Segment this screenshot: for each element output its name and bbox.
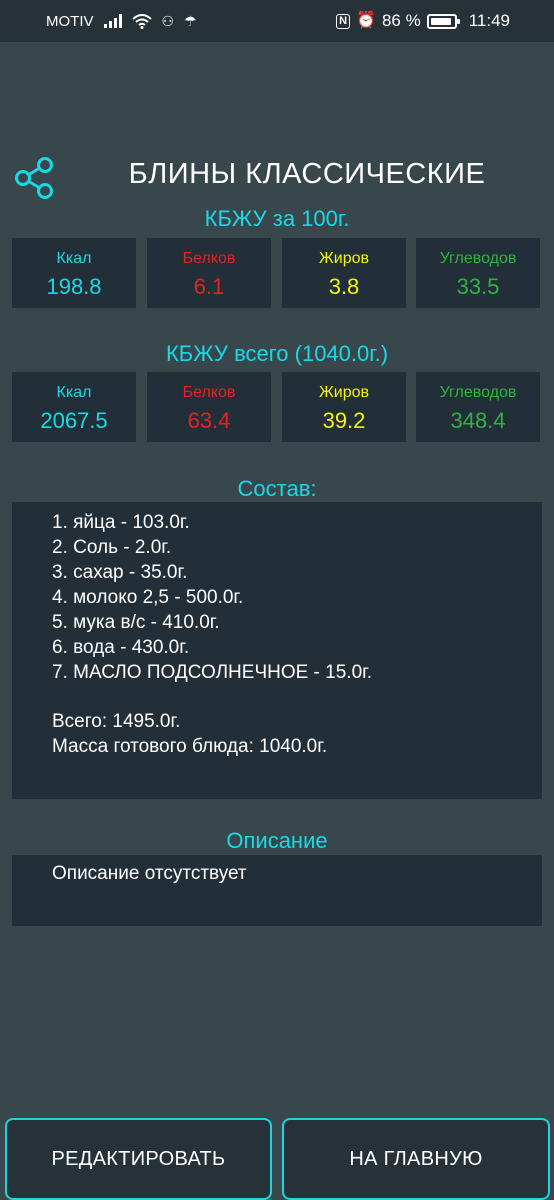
- alarm-icon: ⏰: [356, 12, 376, 29]
- protein-value: 63.4: [187, 408, 231, 433]
- per100-cards: Ккал 198.8 Белков 6.1 Жиров 3.8 Углеводо…: [12, 238, 542, 308]
- kcal-value: 198.8: [46, 274, 102, 299]
- status-bar-left: MOTIV ⚇ ☂: [46, 12, 197, 30]
- edit-button[interactable]: РЕДАКТИРОВАТЬ: [5, 1118, 272, 1200]
- battery-percent: 86 %: [381, 11, 421, 30]
- usb-icon: ⚇: [161, 13, 175, 29]
- per100-kcal-card: Ккал 198.8: [12, 238, 136, 308]
- status-bar-right: N ⏰ 86 % 11:49: [336, 11, 510, 31]
- total-weight: Всего: 1495.0г.: [52, 711, 181, 732]
- protein-label: Белков: [182, 384, 236, 401]
- ingredient-item: 2. Соль - 2.0г.: [52, 537, 172, 558]
- kcal-value: 2067.5: [40, 408, 108, 433]
- per100-fat-card: Жиров 3.8: [282, 238, 406, 308]
- share-icon[interactable]: [14, 156, 56, 200]
- per100-heading: КБЖУ за 100г.: [204, 206, 350, 231]
- ingredient-item: 1. яйца - 103.0г.: [52, 512, 190, 533]
- description-panel: Описание отсутствует: [12, 855, 542, 926]
- ingredient-item: 4. молоко 2,5 - 500.0г.: [52, 587, 244, 608]
- total-protein-card: Белков 63.4: [147, 372, 271, 442]
- protein-label: Белков: [182, 250, 236, 267]
- fat-value: 39.2: [322, 408, 366, 433]
- final-weight: Масса готового блюда: 1040.0г.: [52, 736, 328, 757]
- recipe-title: БЛИНЫ КЛАССИЧЕСКИЕ: [128, 158, 486, 190]
- nfc-icon: N: [336, 13, 351, 29]
- composition-heading: Состав:: [237, 476, 317, 501]
- per100-carbs-card: Углеводов 33.5: [416, 238, 540, 308]
- carbs-value: 348.4: [450, 408, 506, 433]
- carbs-label: Углеводов: [439, 250, 517, 267]
- total-carbs-card: Углеводов 348.4: [416, 372, 540, 442]
- per100-protein-card: Белков 6.1: [147, 238, 271, 308]
- carbs-label: Углеводов: [439, 384, 517, 401]
- ingredient-item: 5. мука в/с - 410.0г.: [52, 612, 220, 633]
- total-fat-card: Жиров 39.2: [282, 372, 406, 442]
- fat-label: Жиров: [318, 384, 369, 401]
- status-bar: MOTIV ⚇ ☂ N ⏰ 86 % 11:49: [0, 0, 554, 42]
- total-kcal-card: Ккал 2067.5: [12, 372, 136, 442]
- fat-label: Жиров: [318, 250, 369, 267]
- kcal-label: Ккал: [56, 250, 92, 267]
- wifi-icon: [131, 13, 152, 29]
- kcal-label: Ккал: [56, 384, 92, 401]
- battery-icon: [426, 13, 460, 29]
- umbrella-icon: ☂: [184, 13, 197, 29]
- description-heading: Описание: [226, 828, 328, 853]
- ingredient-item: 6. вода - 430.0г.: [52, 637, 190, 658]
- description-text: Описание отсутствует: [52, 863, 247, 884]
- composition-panel: 1. яйца - 103.0г. 2. Соль - 2.0г. 3. сах…: [12, 502, 542, 799]
- ingredient-item: 7. МАСЛО ПОДСОЛНЕЧНОЕ - 15.0г.: [52, 662, 373, 683]
- total-cards: Ккал 2067.5 Белков 63.4 Жиров 39.2 Углев…: [12, 372, 542, 442]
- ingredient-item: 3. сахар - 35.0г.: [52, 562, 188, 583]
- carbs-value: 33.5: [456, 274, 500, 299]
- fat-value: 3.8: [328, 274, 360, 299]
- total-heading: КБЖУ всего (1040.0г.): [165, 341, 389, 366]
- carrier-name: MOTIV: [46, 12, 94, 30]
- signal-icon: [103, 14, 122, 28]
- clock: 11:49: [468, 11, 510, 30]
- home-button[interactable]: НА ГЛАВНУЮ: [282, 1118, 550, 1200]
- protein-value: 6.1: [193, 274, 225, 299]
